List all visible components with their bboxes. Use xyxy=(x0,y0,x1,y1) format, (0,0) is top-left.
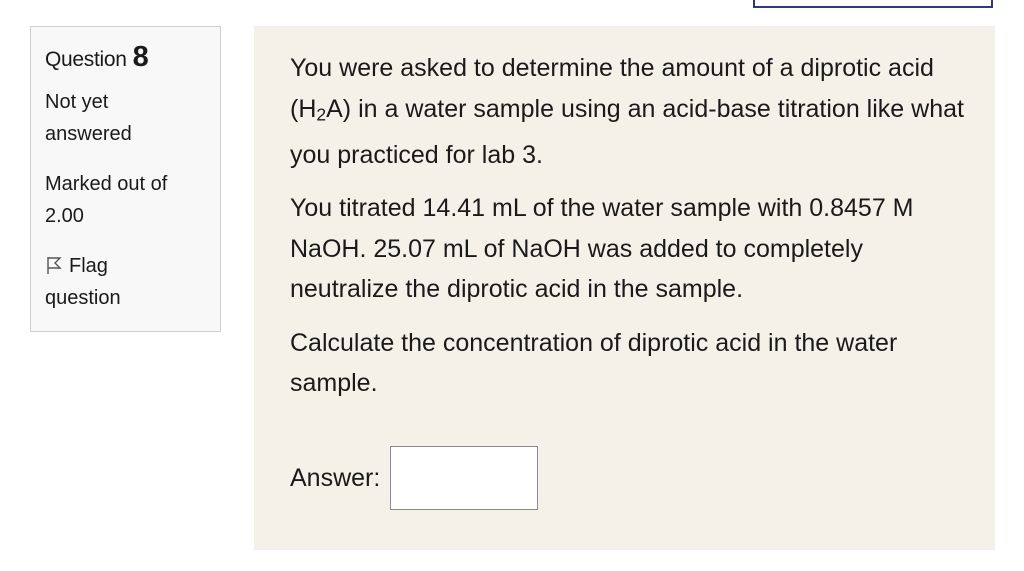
question-paragraph-2: You titrated 14.41 mL of the water sampl… xyxy=(290,194,914,303)
grade-line-1: Marked out of xyxy=(45,173,168,195)
flag-question-link[interactable]: Flag question xyxy=(45,250,206,314)
flag-label-line-2: question xyxy=(45,287,121,309)
state-line-2: answered xyxy=(45,123,132,145)
grade-line-2: 2.00 xyxy=(45,205,84,227)
flag-outline-icon xyxy=(45,253,63,274)
question-paragraph-1: You were asked to determine the amount o… xyxy=(290,48,965,175)
question-info-panel: Question 8 Not yet answered Marked out o… xyxy=(30,26,221,332)
answer-row: Answer: xyxy=(290,446,539,510)
answer-input[interactable] xyxy=(390,446,539,510)
question-number-value: 8 xyxy=(132,41,149,73)
question-state: Not yet answered xyxy=(45,86,206,150)
question-content: You were asked to determine the amount o… xyxy=(254,26,995,550)
question-paragraph-3: Calculate the concentration of diprotic … xyxy=(290,328,898,398)
question-number: Question 8 xyxy=(45,41,206,74)
state-line-1: Not yet xyxy=(45,91,109,113)
p1-text-b: A) in a water sample using an acid-base … xyxy=(290,94,964,169)
question-grade: Marked out of 2.00 xyxy=(45,168,206,232)
question-label: Question xyxy=(45,48,127,71)
p1-subscript: 2 xyxy=(316,104,327,124)
answer-label: Answer: xyxy=(290,463,381,492)
flag-label-line-1: Flag xyxy=(69,255,108,277)
top-navigation-box xyxy=(753,0,993,8)
quiz-page: Question 8 Not yet answered Marked out o… xyxy=(0,0,1024,571)
